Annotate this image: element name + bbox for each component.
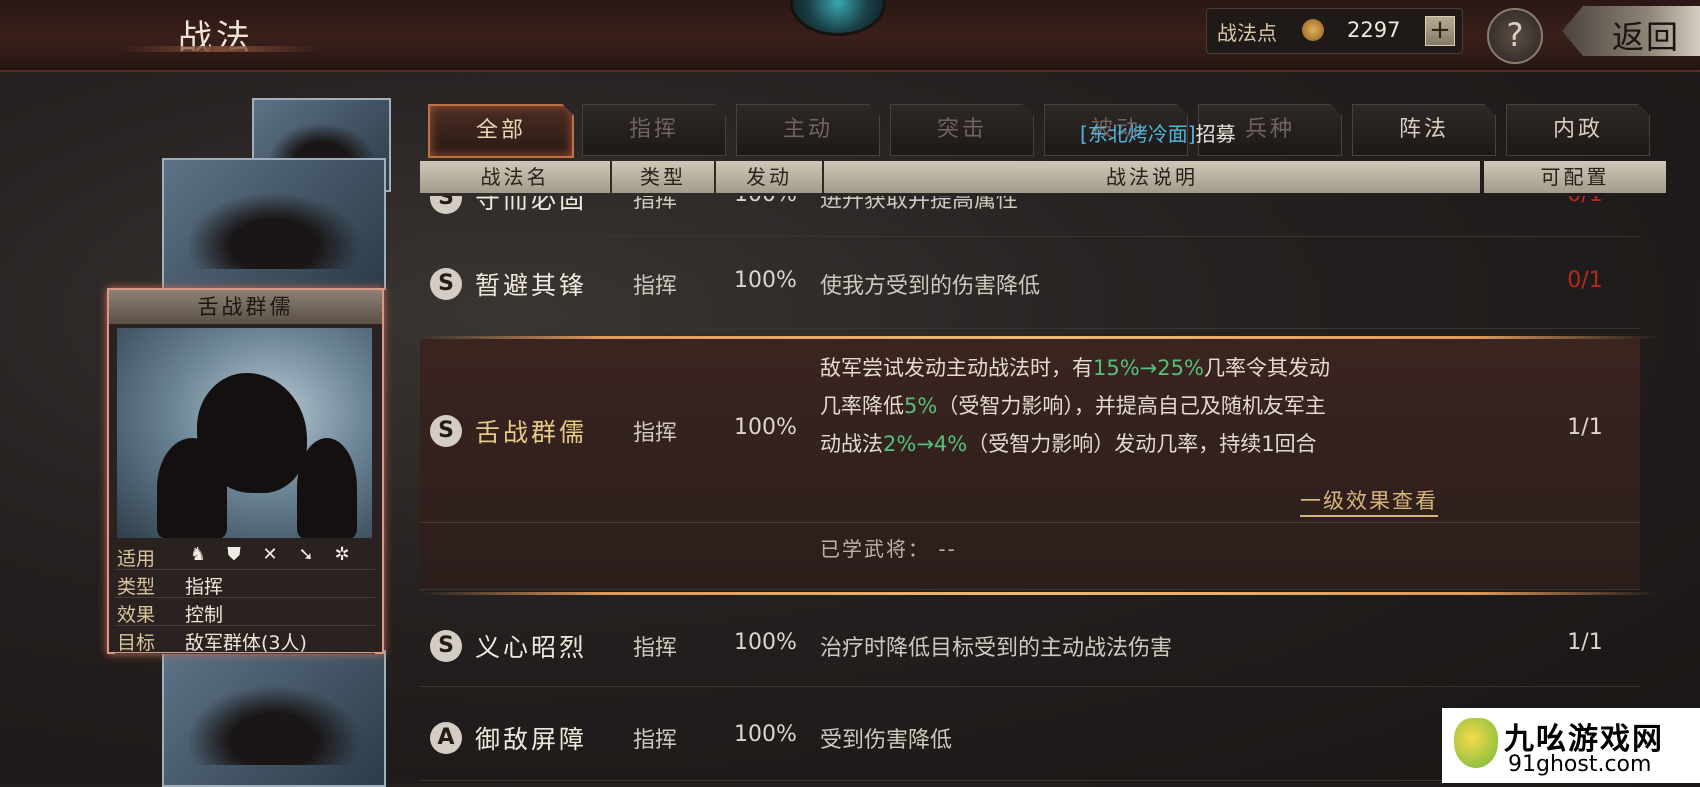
skill-name: 暂避其锋	[475, 271, 588, 300]
skill-description: 治疗时降低目标受到的主动战法伤害	[820, 636, 1173, 661]
description-line: 几率降低5%（受智力影响），并提高自己及随机友军主	[820, 394, 1326, 418]
coin-icon	[1302, 19, 1324, 41]
card-thumbnail[interactable]	[162, 158, 386, 290]
troop-icons: ♞ ⛊ ✕ ➘ ✲	[187, 544, 353, 566]
card-artwork	[117, 328, 372, 538]
spear-icon: ➘	[298, 544, 314, 565]
prop-row-applicable: 适用 ♞ ⛊ ✕ ➘ ✲	[115, 542, 375, 570]
description-line: 动战法2%→4%（受智力影响）发动几率，持续1回合	[820, 432, 1317, 456]
grade-badge: S	[430, 196, 462, 214]
points-value: 2297	[1347, 18, 1401, 42]
skill-rate: 100%	[734, 268, 797, 293]
highlight-line	[420, 592, 1660, 595]
level-one-effect-link[interactable]: 一级效果查看	[1300, 485, 1438, 517]
watermark-url: 91ghost.com	[1508, 752, 1652, 777]
skill-config-count: 0/1	[1567, 268, 1603, 293]
skill-description: 进升获取并提高属性	[820, 196, 1019, 213]
skill-type: 指挥	[633, 421, 678, 446]
prop-label: 效果	[117, 604, 156, 626]
help-button[interactable]: ?	[1487, 8, 1543, 64]
site-logo-icon	[1454, 718, 1498, 768]
points-label: 战法点	[1217, 21, 1277, 45]
column-header-config: 可配置	[1484, 161, 1666, 193]
skill-name: 御敌屏障	[475, 725, 588, 754]
skill-type: 指挥	[633, 728, 678, 753]
column-header-type: 类型	[612, 161, 714, 193]
table-row-expanded[interactable]: S 舌战群儒 指挥 100% 敌军尝试发动主动战法时，有15%→25%几率令其发…	[420, 339, 1640, 590]
column-header-trigger: 发动	[716, 161, 822, 193]
prop-row-type: 类型 指挥	[115, 570, 375, 598]
chat-overlay-text: [东北烤冷面]招募	[1080, 118, 1236, 147]
skill-name: 义心昭烈	[475, 633, 588, 662]
prop-value: 控制	[185, 604, 224, 626]
skill-list: S 守而必固 指挥 100% 进升获取并提高属性 0/1 S 暂避其锋 指挥 1…	[420, 196, 1670, 783]
column-header-description: 战法说明	[824, 161, 1480, 193]
prop-row-effect: 效果 控制	[115, 598, 375, 626]
divider	[420, 522, 1640, 523]
skill-type: 指挥	[633, 196, 678, 213]
site-watermark: 九吆游戏网 91ghost.com	[1442, 708, 1700, 783]
back-label: 返回	[1612, 18, 1681, 56]
back-button[interactable]: 返回	[1562, 6, 1700, 56]
prop-value: 指挥	[185, 576, 224, 598]
grade-badge: S	[430, 268, 462, 300]
description-line: 敌军尝试发动主动战法时，有15%→25%几率令其发动	[820, 356, 1330, 380]
grade-badge: S	[430, 415, 462, 447]
tab-active[interactable]: 主动	[736, 104, 880, 156]
cavalry-icon: ♞	[189, 544, 207, 565]
tactic-points-display: 战法点 2297 +	[1206, 8, 1463, 54]
card-name: 舌战群儒	[109, 290, 382, 324]
soldier-silhouette	[157, 438, 227, 538]
skill-config-count: 0/1	[1550, 196, 1620, 207]
add-points-button[interactable]: +	[1425, 16, 1455, 46]
wheel-icon: ✲	[334, 544, 350, 565]
center-emblem-icon	[790, 0, 886, 36]
grade-badge: A	[430, 722, 462, 754]
skill-type: 指挥	[633, 636, 678, 661]
skill-rate: 100%	[734, 415, 797, 440]
tab-command[interactable]: 指挥	[582, 104, 726, 156]
skill-description: 使我方受到的伤害降低	[820, 274, 1041, 299]
card-thumbnail[interactable]	[162, 650, 386, 787]
table-row[interactable]: S 守而必固 指挥 100% 进升获取并提高属性 0/1	[420, 196, 1640, 237]
top-bar: 战法 战法点 2297 + ? 返回	[0, 0, 1700, 72]
card-properties: 适用 ♞ ⛊ ✕ ➘ ✲ 类型 指挥 效果 控制 目标 敌军群体(3人)	[115, 542, 375, 654]
tab-formation[interactable]: 阵法	[1352, 104, 1496, 156]
prop-label: 目标	[117, 632, 156, 654]
overlay-message: 招募	[1195, 122, 1236, 146]
selected-skill-card: 舌战群儒 适用 ♞ ⛊ ✕ ➘ ✲ 类型 指挥 效果 控制 目标 敌军群体(3人…	[107, 288, 384, 654]
skill-full-description: 敌军尝试发动主动战法时，有15%→25%几率令其发动 几率降低5%（受智力影响）…	[820, 349, 1540, 463]
tab-all[interactable]: 全部	[428, 104, 574, 158]
skill-rate: 100%	[734, 196, 797, 207]
prop-label: 适用	[117, 548, 156, 570]
skill-rate: 100%	[734, 630, 797, 655]
column-header-name: 战法名	[420, 161, 610, 193]
card-art-silhouette	[186, 192, 362, 269]
grade-badge: S	[430, 630, 462, 662]
table-row[interactable]: S 暂避其锋 指挥 100% 使我方受到的伤害降低 0/1	[420, 236, 1640, 329]
tab-assault[interactable]: 突击	[890, 104, 1034, 156]
learned-generals: 已学武将： --	[820, 537, 957, 561]
skill-rate: 100%	[734, 722, 797, 747]
skill-description: 受到伤害降低	[820, 728, 953, 753]
skill-type: 指挥	[633, 274, 678, 299]
soldier-silhouette	[297, 438, 357, 538]
bow-icon: ✕	[262, 544, 278, 565]
card-art-silhouette	[186, 685, 362, 766]
skill-name: 舌战群儒	[475, 418, 588, 447]
prop-label: 类型	[117, 576, 156, 598]
skill-config-count: 1/1	[1567, 415, 1603, 440]
skill-name: 守而必固	[475, 196, 588, 214]
title-ornament	[120, 46, 320, 52]
shield-icon: ⛊	[227, 544, 241, 565]
skill-config-count: 1/1	[1567, 630, 1603, 655]
overlay-player-name: [东北烤冷面]	[1080, 122, 1196, 146]
category-tabs: 全部 指挥 主动 突击 被动 兵种 阵法 内政	[426, 104, 1662, 158]
tab-domestic[interactable]: 内政	[1506, 104, 1650, 156]
prop-row-target: 目标 敌军群体(3人)	[115, 626, 375, 654]
table-row[interactable]: S 义心昭烈 指挥 100% 治疗时降低目标受到的主动战法伤害 1/1	[420, 596, 1640, 687]
prop-value: 敌军群体(3人)	[185, 632, 307, 654]
